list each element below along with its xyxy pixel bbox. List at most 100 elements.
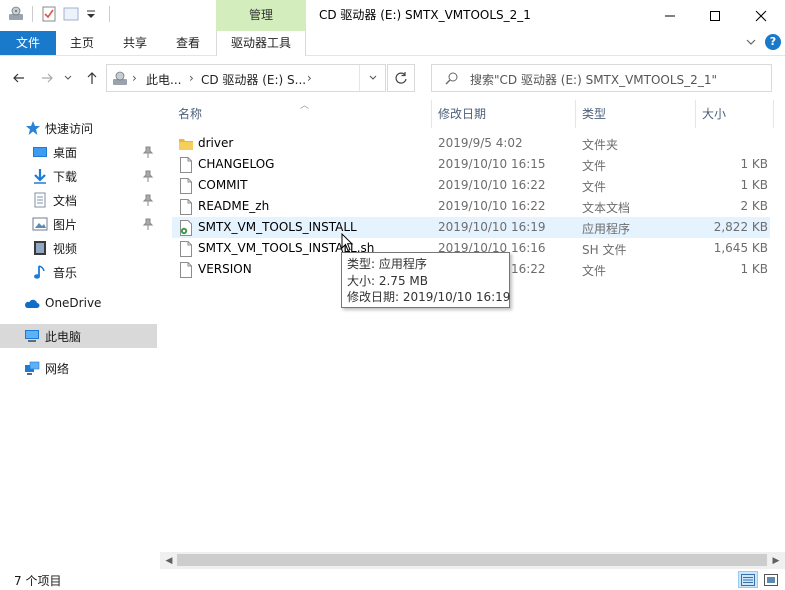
recent-locations-button[interactable] [61,68,75,88]
file-icon [179,241,193,257]
arrow-left-icon [13,73,24,83]
table-row[interactable]: COMMIT 2019/10/10 16:22 文件 1 KB [172,175,770,196]
nav-label: 音乐 [53,266,78,280]
scroll-left-icon[interactable]: ◀ [161,554,177,567]
drive-icon[interactable] [8,6,24,22]
file-type: 文件 [582,159,607,173]
maximize-button[interactable] [692,0,738,31]
large-icons-view-icon [764,573,778,586]
details-view-icon [741,573,755,586]
nav-item-downloads[interactable]: 下载 [0,164,157,188]
picture-icon [32,216,48,232]
address-bar[interactable]: › 此电... › CD 驱动器 (E:) S... › [106,64,386,92]
table-row[interactable]: CHANGELOG 2019/10/10 16:15 文件 1 KB [172,154,770,175]
details-view-button[interactable] [738,571,758,588]
chevron-down-icon[interactable] [744,35,758,49]
scrollbar-thumb[interactable] [177,554,767,566]
nav-item-desktop[interactable]: 桌面 [0,140,157,164]
nav-network[interactable]: 网络 [0,356,157,380]
table-row[interactable]: README_zh 2019/10/10 16:22 文本文档 2 KB [172,196,770,217]
nav-item-music[interactable]: 音乐 [0,260,157,284]
navigation-pane: 快速访问 桌面 下载 文档 图片 视频 音乐 OneDrive 此电脑 网络 [0,100,158,565]
address-dropdown-button[interactable] [359,65,385,91]
nav-quick-access[interactable]: 快速访问 [0,116,157,140]
close-button[interactable] [738,0,784,31]
nav-item-documents[interactable]: 文档 [0,188,157,212]
nav-label: 文档 [53,194,78,208]
maximize-icon [710,10,720,21]
customize-toolbar-icon[interactable] [85,6,101,22]
file-date: 2019/9/5 4:02 [438,136,523,150]
item-count: 7 个项目 [14,574,62,588]
minimize-icon [665,15,675,16]
application-icon [179,220,193,236]
nav-onedrive[interactable]: OneDrive [0,292,157,316]
file-name: driver [198,136,234,150]
file-size: 1 KB [740,178,768,192]
tab-file[interactable]: 文件 [0,31,56,55]
tab-view[interactable]: 查看 [169,31,207,55]
breadcrumb-separator-icon: › [307,71,312,85]
pin-icon[interactable] [142,193,154,207]
search-input[interactable]: 搜索"CD 驱动器 (E:) SMTX_VMTOOLS_2_1" [431,64,772,92]
file-name: COMMIT [198,178,248,192]
cloud-icon [24,296,40,312]
nav-label: 此电脑 [45,330,82,344]
file-type: 文本文档 [582,201,631,215]
file-tooltip: 类型: 应用程序 大小: 2.75 MB 修改日期: 2019/10/10 16… [341,252,510,308]
forward-button[interactable] [37,68,57,88]
table-row[interactable]: SMTX_VM_TOOLS_INSTALL 2019/10/10 16:19 应… [172,217,770,238]
large-icons-view-button[interactable] [761,571,781,588]
toolbar-separator [32,6,33,22]
pin-icon[interactable] [142,169,154,183]
breadcrumb-this-pc[interactable]: 此电... [146,71,181,88]
nav-item-pictures[interactable]: 图片 [0,212,157,236]
quick-access-toolbar [8,6,112,22]
file-icon [179,262,193,278]
horizontal-scrollbar[interactable]: ◀ ▶ [160,552,785,569]
file-icon [179,199,193,215]
file-name: VERSION [198,262,252,276]
nav-label: 视频 [53,242,78,256]
breadcrumb-cd-drive[interactable]: CD 驱动器 (E:) S... [201,71,306,88]
tab-home[interactable]: 主页 [63,31,101,55]
table-row[interactable]: driver 2019/9/5 4:02 文件夹 [172,133,770,154]
pin-icon[interactable] [142,145,154,159]
folder-icon [179,136,193,152]
new-folder-icon[interactable] [63,6,79,22]
column-header-date[interactable]: 修改日期 [432,100,576,128]
file-size: 1 KB [740,262,768,276]
column-header-size[interactable]: 大小 [696,100,774,128]
refresh-icon [395,72,407,84]
file-type: 应用程序 [582,222,631,236]
up-button[interactable] [82,68,102,88]
file-size: 2,822 KB [713,220,768,234]
download-icon [32,168,48,184]
pin-icon[interactable] [142,217,154,231]
properties-icon[interactable] [41,6,57,22]
file-date: 2019/10/10 16:15 [438,157,546,171]
column-header-name[interactable]: 名称 [172,100,432,128]
tab-share[interactable]: 共享 [116,31,154,55]
help-button[interactable]: ? [765,34,781,50]
minimize-button[interactable] [647,0,693,31]
breadcrumb-separator-icon: › [132,71,137,85]
nav-item-videos[interactable]: 视频 [0,236,157,260]
toolbar-separator [109,6,110,22]
title-bar: 管理 CD 驱动器 (E:) SMTX_VMTOOLS_2_1 [0,0,785,31]
star-icon [25,120,41,136]
desktop-icon [32,144,48,160]
back-button[interactable] [9,68,29,88]
nav-label: 网络 [45,362,70,376]
nav-this-pc[interactable]: 此电脑 [0,324,157,348]
search-icon [445,71,459,88]
nav-label: 桌面 [53,146,78,160]
tooltip-modified: 修改日期: 2019/10/10 16:19 [347,290,511,304]
search-placeholder: 搜索"CD 驱动器 (E:) SMTX_VMTOOLS_2_1" [470,73,717,87]
file-name: SMTX_VM_TOOLS_INSTALL [198,220,357,234]
refresh-button[interactable] [387,64,415,92]
nav-label: OneDrive [45,296,102,310]
column-header-type[interactable]: 类型 [576,100,696,128]
scroll-right-icon[interactable]: ▶ [768,554,784,567]
tab-drive-tools[interactable]: 驱动器工具 [216,31,306,56]
